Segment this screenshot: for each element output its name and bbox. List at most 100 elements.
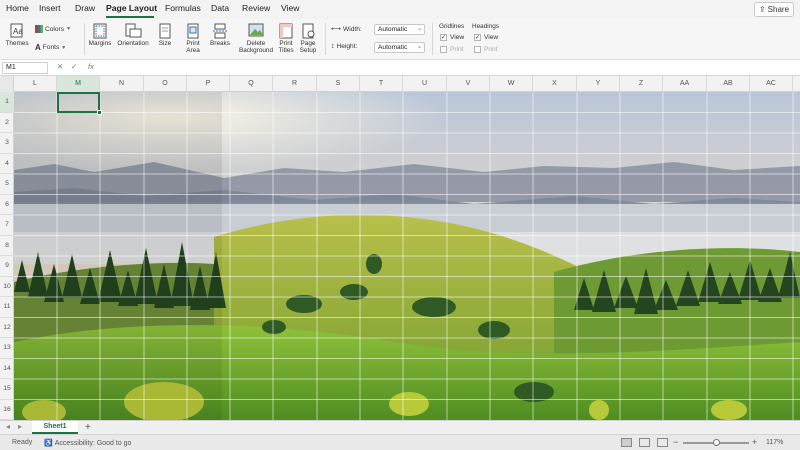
column-header[interactable]: AB [707, 76, 750, 92]
active-cell[interactable] [57, 92, 100, 113]
tab-page-layout[interactable]: Page Layout [106, 3, 157, 13]
width-icon: ⟷ [331, 26, 342, 33]
row-header[interactable]: 1 [0, 92, 14, 113]
row-header[interactable]: 13 [0, 338, 14, 359]
zoom-in-icon[interactable]: + [752, 437, 757, 447]
margins-button[interactable]: Margins [88, 23, 112, 47]
check-icon: ✓ [440, 34, 447, 41]
column-header[interactable]: N [100, 76, 144, 92]
cancel-icon[interactable]: ✕ [57, 62, 63, 71]
zoom-out-icon[interactable]: − [673, 437, 678, 447]
normal-view-icon[interactable] [621, 438, 632, 447]
select-all-button[interactable] [0, 76, 14, 92]
add-sheet-button[interactable]: + [85, 421, 91, 434]
ribbon-tabs: Home Insert Draw Page Layout Formulas Da… [0, 0, 800, 19]
name-box[interactable]: M1 [2, 62, 48, 74]
row-header[interactable]: 2 [0, 113, 14, 133]
share-button[interactable]: ⇪ Share [754, 2, 794, 17]
row-header[interactable]: 16 [0, 400, 14, 420]
tab-insert[interactable]: Insert [39, 3, 61, 13]
gridlines-print-checkbox[interactable]: Print [440, 46, 464, 53]
column-header[interactable]: T [360, 76, 403, 92]
width-select[interactable]: Automatic ⌄ [374, 24, 425, 35]
row-header[interactable]: 4 [0, 154, 14, 174]
row-header[interactable]: 7 [0, 215, 14, 236]
tab-draw[interactable]: Draw [75, 3, 95, 13]
orientation-button[interactable]: Orientation [115, 23, 151, 47]
tab-formulas[interactable]: Formulas [165, 3, 201, 13]
row-header[interactable]: 10 [0, 277, 14, 297]
row-header[interactable]: 15 [0, 379, 14, 400]
column-header[interactable]: V [447, 76, 490, 92]
breaks-button[interactable]: Breaks [208, 23, 232, 47]
worksheet-grid: L M N O P Q R S T U V W X Y Z AA AB AC 1… [0, 76, 800, 420]
headings-print-checkbox[interactable]: Print [474, 46, 498, 53]
confirm-icon[interactable]: ✓ [71, 62, 77, 71]
column-header[interactable]: AA [663, 76, 707, 92]
column-header[interactable]: AC [750, 76, 793, 92]
row-header[interactable]: 14 [0, 359, 14, 379]
svg-text:Aa: Aa [13, 27, 23, 36]
row-header[interactable]: 3 [0, 133, 14, 154]
column-header[interactable]: W [490, 76, 533, 92]
page-setup-button[interactable]: Page Setup [298, 23, 318, 54]
accessibility-icon: ♿ [44, 440, 53, 447]
formula-bar: M1 ✕ ✓ fx [0, 60, 800, 76]
print-area-button[interactable]: Print Area [182, 23, 204, 54]
column-header[interactable]: Q [230, 76, 273, 92]
height-select[interactable]: Automatic ⌄ [374, 42, 425, 53]
row-header[interactable]: 6 [0, 195, 14, 215]
column-header[interactable]: L [14, 76, 57, 92]
gridlines [14, 92, 800, 420]
accessibility-status[interactable]: ♿ Accessibility: Good to go [44, 439, 131, 448]
column-header[interactable]: R [273, 76, 317, 92]
chevron-down-icon: ⌄ [416, 26, 422, 32]
ribbon-divider [325, 23, 326, 55]
column-header[interactable]: P [187, 76, 230, 92]
insert-function-button[interactable]: fx [88, 62, 94, 71]
ribbon: Aa Themes Colors ▼ A Fonts ▼ Margins Orien… [0, 19, 800, 60]
column-header[interactable]: O [144, 76, 187, 92]
column-header[interactable]: X [533, 76, 577, 92]
zoom-slider-thumb[interactable] [713, 439, 720, 446]
row-header[interactable]: 8 [0, 236, 14, 256]
themes-button[interactable]: Aa Themes [5, 23, 29, 47]
column-headers: L M N O P Q R S T U V W X Y Z AA AB AC [0, 76, 800, 92]
tab-review[interactable]: Review [242, 3, 270, 13]
size-button[interactable]: Size [154, 23, 176, 47]
fonts-icon: A [35, 43, 41, 52]
column-header[interactable]: S [317, 76, 360, 92]
row-header[interactable]: 9 [0, 256, 14, 277]
colors-button[interactable]: Colors ▼ [35, 25, 71, 33]
prev-sheet-icon[interactable]: ◂ [6, 422, 10, 431]
tab-data[interactable]: Data [211, 3, 229, 13]
breaks-icon [213, 23, 227, 39]
check-icon: ✓ [474, 34, 481, 41]
next-sheet-icon[interactable]: ▸ [18, 422, 22, 431]
row-header[interactable]: 12 [0, 318, 14, 338]
column-header[interactable]: M [57, 76, 100, 92]
ribbon-divider [432, 23, 433, 55]
fonts-button[interactable]: A Fonts ▼ [35, 43, 66, 52]
colors-icon [35, 25, 43, 33]
row-header[interactable]: 5 [0, 174, 14, 195]
formula-input[interactable] [104, 62, 794, 74]
width-label: ⟷ Width: [331, 25, 362, 34]
orientation-icon [125, 23, 142, 38]
fill-handle[interactable] [97, 110, 102, 115]
size-icon [159, 23, 171, 39]
column-header[interactable]: U [403, 76, 447, 92]
column-header[interactable]: Z [620, 76, 663, 92]
zoom-level[interactable]: 117% [766, 439, 783, 446]
headings-view-checkbox[interactable]: ✓ View [474, 34, 498, 41]
row-header[interactable]: 11 [0, 297, 14, 318]
tab-home[interactable]: Home [6, 3, 29, 13]
delete-background-button[interactable]: Delete Background [236, 23, 276, 54]
page-layout-view-icon[interactable] [639, 438, 650, 447]
gridlines-view-checkbox[interactable]: ✓ View [440, 34, 464, 41]
tab-view[interactable]: View [281, 3, 299, 13]
page-break-preview-icon[interactable] [657, 438, 668, 447]
sheet-tab-sheet1[interactable]: Sheet1 [32, 421, 78, 434]
column-header[interactable]: Y [577, 76, 620, 92]
print-titles-button[interactable]: Print Titles [276, 23, 296, 54]
